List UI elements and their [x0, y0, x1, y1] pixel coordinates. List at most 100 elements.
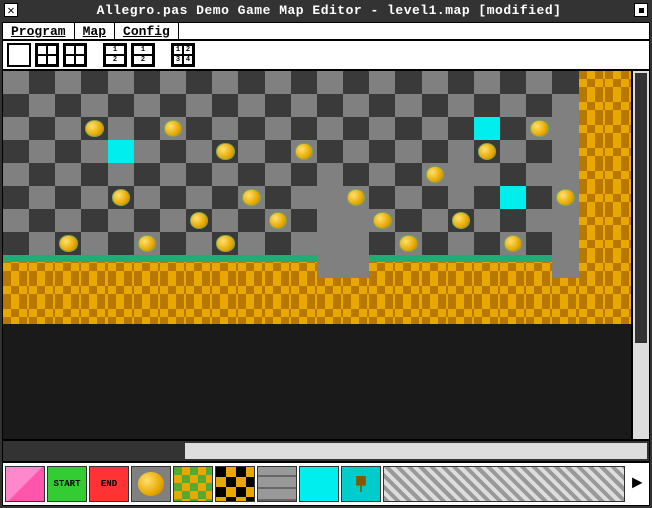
- tile-cell[interactable]: [81, 94, 107, 117]
- tile-cell[interactable]: [500, 416, 526, 439]
- palette-checker-green[interactable]: [173, 466, 213, 502]
- tile-cell[interactable]: [134, 140, 160, 163]
- tile-cell[interactable]: [448, 186, 474, 209]
- tile-cell[interactable]: [395, 255, 421, 278]
- tile-cell[interactable]: [29, 71, 55, 94]
- tile-cell[interactable]: [81, 370, 107, 393]
- tile-cell[interactable]: [265, 278, 291, 301]
- tile-cell[interactable]: [108, 278, 134, 301]
- tile-cell[interactable]: [29, 209, 55, 232]
- tile-cell[interactable]: [3, 301, 29, 324]
- tile-cell[interactable]: [317, 416, 343, 439]
- tile-cell[interactable]: [81, 393, 107, 416]
- tile-cell[interactable]: [579, 140, 605, 163]
- tile-cell[interactable]: [343, 209, 369, 232]
- tile-cell[interactable]: [81, 209, 107, 232]
- tile-cell[interactable]: [552, 232, 578, 255]
- tile-cell[interactable]: [474, 301, 500, 324]
- tile-cell[interactable]: [500, 232, 526, 255]
- tile-cell[interactable]: [605, 393, 631, 416]
- tile-cell[interactable]: [526, 140, 552, 163]
- tile-cell[interactable]: [422, 94, 448, 117]
- tile-cell[interactable]: [343, 278, 369, 301]
- tile-cell[interactable]: [605, 209, 631, 232]
- tile-cell[interactable]: [526, 324, 552, 347]
- tile-cell[interactable]: [500, 278, 526, 301]
- tile-cell[interactable]: [474, 324, 500, 347]
- tile-cell[interactable]: [605, 94, 631, 117]
- tile-cell[interactable]: [55, 393, 81, 416]
- tile-cell[interactable]: [317, 163, 343, 186]
- tile-cell[interactable]: [81, 324, 107, 347]
- tile-cell[interactable]: [317, 117, 343, 140]
- tile-cell[interactable]: [395, 94, 421, 117]
- tile-cell[interactable]: [343, 416, 369, 439]
- tile-cell[interactable]: [605, 324, 631, 347]
- tile-cell[interactable]: [108, 94, 134, 117]
- tile-cell[interactable]: [212, 71, 238, 94]
- tile-cell[interactable]: [317, 393, 343, 416]
- tile-cell[interactable]: [186, 232, 212, 255]
- tile-cell[interactable]: [55, 163, 81, 186]
- tile-cell[interactable]: [317, 94, 343, 117]
- tile-cell[interactable]: [212, 140, 238, 163]
- tile-cell[interactable]: [134, 94, 160, 117]
- tile-cell[interactable]: [526, 94, 552, 117]
- tile-cell[interactable]: [134, 416, 160, 439]
- tile-cell[interactable]: [108, 163, 134, 186]
- tile-cell[interactable]: [448, 163, 474, 186]
- tile-cell[interactable]: [343, 301, 369, 324]
- tile-cell[interactable]: [552, 186, 578, 209]
- tile-cell[interactable]: [81, 347, 107, 370]
- tile-cell[interactable]: [369, 163, 395, 186]
- tile-cell[interactable]: [395, 186, 421, 209]
- tile-cell[interactable]: [108, 186, 134, 209]
- tile-cell[interactable]: [160, 117, 186, 140]
- tile-cell[interactable]: [552, 347, 578, 370]
- tile-cell[interactable]: [55, 347, 81, 370]
- tile-cell[interactable]: [579, 278, 605, 301]
- tile-cell[interactable]: [3, 370, 29, 393]
- tile-cell[interactable]: [448, 140, 474, 163]
- tile-cell[interactable]: [474, 370, 500, 393]
- tile-cell[interactable]: [81, 301, 107, 324]
- tile-cell[interactable]: [265, 370, 291, 393]
- tile-cell[interactable]: [369, 209, 395, 232]
- tile-cell[interactable]: [160, 416, 186, 439]
- tile-cell[interactable]: [500, 163, 526, 186]
- tile-cell[interactable]: [474, 347, 500, 370]
- tile-cell[interactable]: [422, 186, 448, 209]
- tile-cell[interactable]: [343, 94, 369, 117]
- tile-cell[interactable]: [552, 393, 578, 416]
- tile-cell[interactable]: [317, 209, 343, 232]
- tile-cell[interactable]: [343, 370, 369, 393]
- tile-cell[interactable]: [291, 370, 317, 393]
- tile-cell[interactable]: [212, 324, 238, 347]
- tile-cell[interactable]: [317, 232, 343, 255]
- tile-cell[interactable]: [343, 232, 369, 255]
- tile-cell[interactable]: [134, 163, 160, 186]
- tile-cell[interactable]: [265, 140, 291, 163]
- tile-cell[interactable]: [395, 370, 421, 393]
- tile-cell[interactable]: [108, 232, 134, 255]
- tile-cell[interactable]: [160, 209, 186, 232]
- tile-cell[interactable]: [579, 232, 605, 255]
- tile-grid[interactable]: [3, 71, 631, 439]
- tile-cell[interactable]: [343, 140, 369, 163]
- tile-cell[interactable]: [238, 393, 264, 416]
- tile-cell[interactable]: [552, 94, 578, 117]
- tile-cell[interactable]: [265, 209, 291, 232]
- tool-layout-1234[interactable]: 1234: [171, 43, 195, 67]
- tile-cell[interactable]: [448, 393, 474, 416]
- h-scroll-thumb[interactable]: [5, 443, 185, 459]
- palette-eraser[interactable]: [5, 466, 45, 502]
- tile-cell[interactable]: [369, 94, 395, 117]
- tile-cell[interactable]: [3, 163, 29, 186]
- tile-cell[interactable]: [317, 140, 343, 163]
- tile-cell[interactable]: [134, 232, 160, 255]
- tile-cell[interactable]: [81, 232, 107, 255]
- tool-grid-2x2-b[interactable]: [63, 43, 87, 67]
- menu-program[interactable]: Program: [3, 23, 75, 39]
- tile-cell[interactable]: [291, 416, 317, 439]
- tile-cell[interactable]: [134, 347, 160, 370]
